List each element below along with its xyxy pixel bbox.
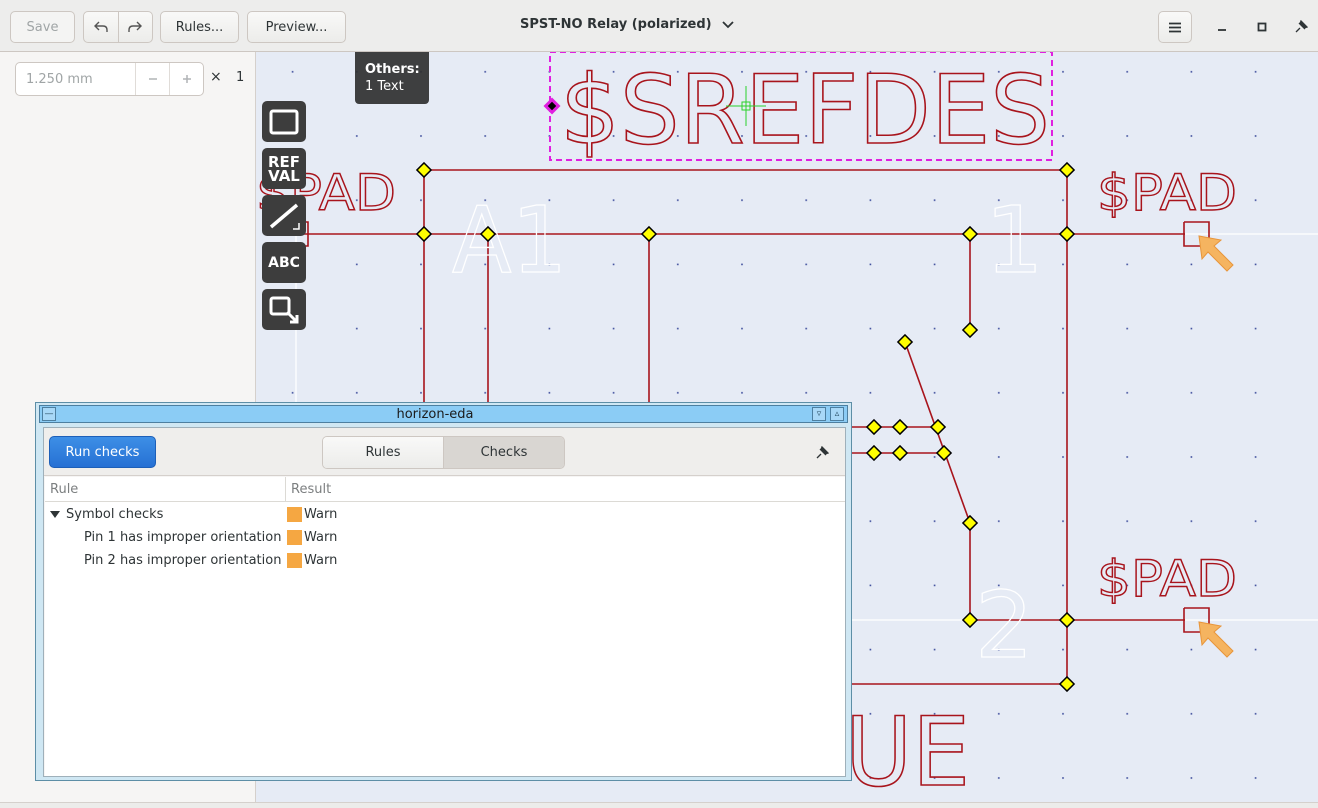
- tooltip-title: Others:: [365, 62, 420, 77]
- checks-window: — horizon-eda ▿ ▵ Run checks Rules Check…: [35, 402, 852, 781]
- pin-name-a1: A1: [452, 187, 567, 294]
- column-separator: [285, 477, 286, 502]
- undo-button[interactable]: [84, 12, 118, 42]
- minimize-button[interactable]: [1206, 11, 1238, 43]
- tab-rules[interactable]: Rules: [323, 437, 444, 468]
- refdes-label: $SREFDES: [560, 56, 1050, 166]
- window-title: SPST-NO Relay (polarized): [520, 17, 712, 32]
- preview-button[interactable]: Preview...: [247, 11, 346, 43]
- checks-window-title: horizon-eda: [396, 407, 474, 422]
- grid-spacing-value[interactable]: 1.250 mm: [16, 72, 135, 87]
- rule-name: Pin 2 has improper orientation: [84, 553, 282, 568]
- hover-tooltip: Others: 1 Text: [355, 52, 429, 104]
- window-title-menu[interactable]: SPST-NO Relay (polarized): [520, 17, 790, 32]
- undo-icon: [93, 21, 108, 32]
- pin-name-1: 1: [985, 187, 1044, 294]
- grid-spacing-spinbutton[interactable]: 1.250 mm: [15, 62, 204, 96]
- undo-redo-group: [83, 11, 153, 43]
- table-row[interactable]: Pin 1 has improper orientation Warn: [45, 526, 845, 549]
- result-cell: Warn: [287, 530, 337, 545]
- refval-line2: VAL: [268, 166, 300, 185]
- checks-toolbar: Run checks Rules Checks: [44, 428, 845, 476]
- run-checks-button[interactable]: Run checks: [49, 436, 156, 468]
- pad-label-bottom-right: $PAD: [1097, 550, 1237, 608]
- rule-name: Symbol checks: [66, 507, 164, 522]
- result-text: Warn: [304, 507, 338, 522]
- rectangle-icon: [269, 109, 299, 134]
- column-header-result[interactable]: Result: [291, 482, 331, 497]
- pad-label-top-right: $PAD: [1097, 164, 1237, 222]
- resize-icon: [269, 296, 299, 323]
- pin-button[interactable]: [812, 443, 832, 463]
- minimize-icon: [1218, 29, 1226, 31]
- grid-decrease-button[interactable]: [135, 63, 169, 95]
- table-row[interactable]: Symbol checks Warn: [45, 503, 845, 526]
- save-button[interactable]: Save: [10, 11, 75, 43]
- result-cell: Warn: [287, 507, 337, 522]
- warn-swatch: [287, 530, 302, 545]
- tool-draw-line[interactable]: [262, 195, 306, 236]
- tool-refval[interactable]: REF VAL: [262, 148, 306, 189]
- grid-multiplier-symbol: ×: [210, 69, 222, 85]
- chevron-down-icon: [721, 20, 734, 28]
- grid-increase-button[interactable]: [169, 63, 203, 95]
- tab-checks[interactable]: Checks: [444, 437, 564, 468]
- checks-stack-switcher: Rules Checks: [322, 436, 565, 469]
- pin-name-2: 2: [975, 572, 1034, 679]
- maximize-button[interactable]: [1246, 11, 1278, 43]
- plus-icon: [182, 75, 191, 83]
- main-menu-button[interactable]: [1158, 11, 1192, 43]
- tooltip-detail: 1 Text: [365, 79, 404, 94]
- result-cell: Warn: [287, 553, 337, 568]
- warn-swatch: [287, 553, 302, 568]
- redo-icon: [128, 21, 143, 32]
- expander-triangle-icon[interactable]: [50, 511, 60, 518]
- value-label: UE: [845, 698, 970, 802]
- grid-multiplier-value[interactable]: 1: [236, 70, 244, 85]
- warn-swatch: [287, 507, 302, 522]
- refdes-text[interactable]: $SREFDES: [543, 52, 1053, 167]
- tool-draw-rectangle[interactable]: [262, 101, 306, 142]
- rule-name: Pin 1 has improper orientation: [84, 530, 282, 545]
- tool-resize[interactable]: [262, 289, 306, 330]
- tool-text[interactable]: ABC: [262, 242, 306, 283]
- pin-close-icon: [1295, 20, 1308, 33]
- minus-icon: [148, 78, 157, 80]
- line-icon: [269, 203, 300, 230]
- window-raise-button[interactable]: ▵: [830, 407, 844, 421]
- checks-panel: Run checks Rules Checks Rule Result Symb…: [43, 427, 846, 777]
- checks-window-titlebar[interactable]: — horizon-eda ▿ ▵: [39, 405, 848, 423]
- result-text: Warn: [304, 530, 338, 545]
- maximize-icon: [1257, 22, 1267, 32]
- redo-button[interactable]: [117, 12, 153, 42]
- close-button[interactable]: [1285, 11, 1317, 43]
- checks-tree-header: Rule Result: [45, 477, 845, 502]
- rules-button[interactable]: Rules...: [160, 11, 239, 43]
- header-bar: Save Rules... Preview... SPST-NO Relay (…: [0, 0, 1318, 52]
- hamburger-menu-icon: [1169, 22, 1181, 32]
- status-bar: [0, 802, 1318, 808]
- window-shade-button[interactable]: ▿: [812, 407, 826, 421]
- checks-tree: Rule Result Symbol checks Warn Pin 1 has…: [45, 477, 845, 776]
- abc-label: ABC: [268, 254, 300, 271]
- result-text: Warn: [304, 553, 338, 568]
- column-header-rule[interactable]: Rule: [50, 482, 78, 497]
- pin-icon: [816, 446, 829, 459]
- table-row[interactable]: Pin 2 has improper orientation Warn: [45, 549, 845, 572]
